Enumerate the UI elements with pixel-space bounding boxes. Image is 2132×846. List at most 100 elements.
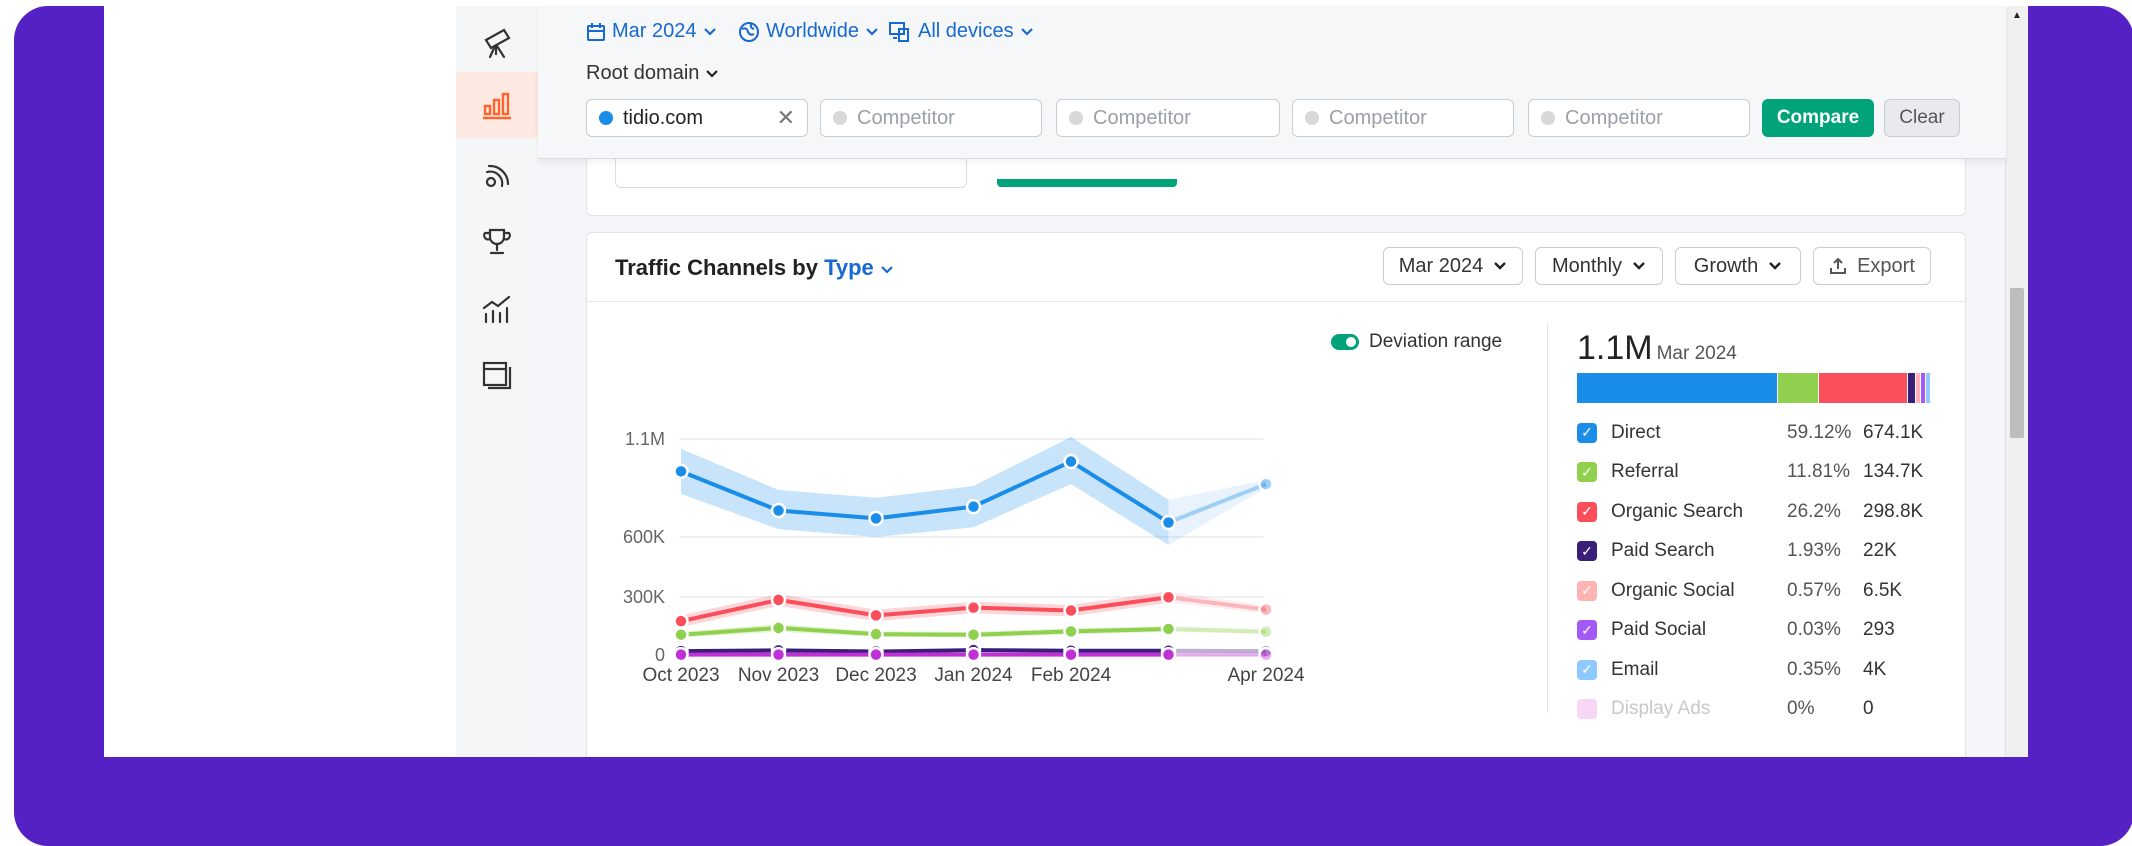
root-domain-select[interactable]: Root domain [586, 62, 719, 85]
legend-channel-name: Email [1611, 658, 1659, 680]
y-tick-label: 300K [623, 587, 665, 607]
rail-item-traffic[interactable] [456, 72, 538, 138]
legend-checkbox[interactable]: ✓ [1577, 541, 1597, 562]
legend-checkbox[interactable]: ✓ [1577, 501, 1597, 522]
legend-channel-name: Display Ads [1611, 698, 1711, 720]
browser-viewport: Mar 2024 Worldwide All devices Root doma… [104, 6, 2028, 757]
legend-channel-value: 0 [1863, 698, 1874, 720]
domain-input-value: tidio.com [623, 106, 704, 129]
clear-domain-icon[interactable]: ✕ [777, 105, 795, 131]
data-point [673, 463, 689, 480]
legend-checkbox[interactable]: ✓ [1577, 422, 1597, 443]
date-select[interactable]: Mar 2024 [1383, 247, 1523, 285]
competitor-input-4[interactable]: Competitor [1528, 99, 1750, 137]
legend-checkbox[interactable]: ✓ [1577, 462, 1597, 483]
series-line [680, 648, 1169, 654]
legend-channel-value: 298.8K [1863, 500, 1924, 522]
region-filter[interactable]: Worldwide [738, 20, 879, 43]
globe-icon [739, 21, 759, 42]
devices-filter[interactable]: All devices [888, 20, 1034, 43]
domain-input-tidio[interactable]: tidio.com ✕ [586, 99, 808, 137]
chevron-down-icon [1769, 262, 1782, 270]
page-scrollbar[interactable]: ▲ [2005, 6, 2028, 757]
competitor-input-3[interactable]: Competitor [1292, 99, 1514, 137]
legend-channel-name: Paid Social [1611, 619, 1707, 641]
data-point [770, 620, 787, 636]
legend-row[interactable]: ✓ Direct 59.12% 674.1K [1577, 413, 1957, 453]
data-point [868, 646, 884, 663]
competitor-input-2[interactable]: Competitor [1056, 99, 1280, 137]
competitor-placeholder: Competitor [857, 106, 955, 129]
legend-checkbox[interactable] [1577, 699, 1597, 720]
data-point [1258, 601, 1274, 618]
legend-row[interactable]: ✓ Referral 11.81% 134.7K [1577, 453, 1957, 493]
legend-channel-name: Organic Social [1611, 579, 1735, 601]
legend-row[interactable]: ✓ Paid Search 1.93% 22K [1577, 532, 1957, 572]
legend-channel-percent: 0% [1787, 698, 1815, 720]
data-point [673, 626, 689, 643]
legend-row[interactable]: ✓ Organic Social 0.57% 6.5K [1577, 571, 1957, 611]
rail-item-layers[interactable] [456, 342, 538, 408]
chevron-down-icon [706, 69, 719, 78]
legend-row[interactable]: ✓ Email 0.35% 4K [1577, 650, 1957, 690]
toggle-switch [1331, 334, 1359, 350]
legend-row[interactable]: Display Ads 0% 0 [1577, 690, 1957, 730]
legend-channel-name: Referral [1611, 461, 1679, 483]
legend-checkbox[interactable]: ✓ [1577, 659, 1597, 680]
upload-icon [1830, 257, 1847, 274]
chevron-down-icon [1494, 262, 1507, 270]
legend-checkbox[interactable]: ✓ [1577, 620, 1597, 641]
date-filter-label: Mar 2024 [612, 20, 697, 42]
data-point [868, 607, 884, 624]
data-point [1160, 589, 1177, 605]
traffic-line-chart: 0 300K 600K 1.1M Oct 2023 Nov 2023 Dec 2023 Jan… [623, 429, 1305, 686]
compare-button[interactable]: Compare [1762, 99, 1874, 137]
share-segment [1925, 373, 1932, 403]
competitor-placeholder: Competitor [1565, 106, 1663, 129]
rail-item-trophy[interactable] [456, 208, 538, 274]
data-point [1063, 623, 1079, 640]
card-header: Traffic Channels by Type Mar 2024 Monthl… [587, 233, 1965, 302]
date-filter[interactable]: Mar 2024 [586, 20, 717, 43]
legend-channel-value: 674.1K [1863, 421, 1924, 443]
deviation-band [681, 437, 1169, 545]
card-title-prefix: Traffic Channels by [615, 255, 818, 280]
chevron-down-icon [703, 27, 716, 36]
x-tick-label: Jan 2024 [934, 665, 1013, 686]
x-tick-label: Apr 2024 [1227, 665, 1305, 686]
rail-item-telescope[interactable] [456, 10, 538, 76]
chevron-down-icon [1020, 27, 1033, 36]
export-button[interactable]: Export [1813, 247, 1931, 285]
share-segment [1577, 373, 1778, 403]
competitor-dot [833, 111, 847, 125]
legend-row[interactable]: ✓ Paid Social 0.03% 293 [1577, 611, 1957, 651]
data-point [1258, 646, 1274, 663]
total-traffic: 1.1M [1577, 329, 1653, 367]
scroll-up-arrow-icon[interactable]: ▲ [2012, 10, 2022, 21]
data-point [965, 646, 982, 663]
rail-item-trends[interactable] [456, 276, 538, 342]
clear-button[interactable]: Clear [1884, 99, 1960, 137]
region-filter-label: Worldwide [766, 20, 859, 42]
deviation-range-toggle[interactable]: Deviation range [1331, 331, 1502, 353]
competitor-placeholder: Competitor [1093, 106, 1191, 129]
tool-rail [456, 6, 539, 757]
metric-select[interactable]: Growth [1675, 247, 1801, 285]
blank-left-pane [104, 6, 457, 757]
period-select[interactable]: Monthly [1535, 247, 1663, 285]
root-domain-label: Root domain [586, 62, 700, 84]
traffic-channels-card: Traffic Channels by Type Mar 2024 Monthl… [586, 232, 1966, 757]
type-select[interactable]: Type [824, 255, 894, 280]
data-point [965, 626, 982, 643]
competitor-input-1[interactable]: Competitor [820, 99, 1042, 137]
legend-channel-value: 4K [1863, 658, 1887, 680]
legend-checkbox[interactable]: ✓ [1577, 580, 1597, 601]
summary-divider [1547, 323, 1548, 713]
scrollbar-thumb[interactable] [2010, 288, 2024, 438]
legend-row[interactable]: ✓ Organic Search 26.2% 298.8K [1577, 492, 1957, 532]
previous-card-button [997, 179, 1177, 187]
rail-item-signal[interactable] [456, 142, 538, 208]
y-tick-label: 0 [655, 645, 665, 665]
chevron-down-icon [866, 27, 878, 36]
share-segment [1908, 373, 1916, 403]
